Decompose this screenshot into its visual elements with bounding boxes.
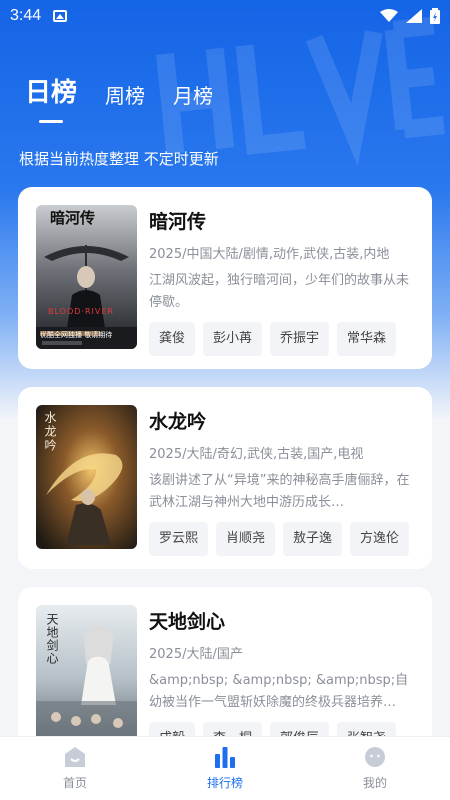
nav-home[interactable]: 首页 bbox=[0, 737, 150, 800]
show-card[interactable]: 暗河传 BLOOD·RIVER 优酷全网独播 敬请期待 暗河传 2025/中国大… bbox=[18, 187, 432, 369]
poster-subtitle-text: BLOOD·RIVER bbox=[48, 307, 114, 316]
show-poster: 暗河传 BLOOD·RIVER 优酷全网独播 敬请期待 bbox=[36, 205, 137, 349]
ranking-subtitle: 根据当前热度整理 不定时更新 bbox=[19, 150, 219, 168]
show-title: 水龙吟 bbox=[149, 411, 207, 433]
poster-title-text: 天地剑心 bbox=[45, 613, 59, 665]
poster-title-text: 暗河传 bbox=[50, 209, 96, 227]
cast-chip[interactable]: 乔振宇 bbox=[270, 322, 330, 356]
cast-chip[interactable]: 敖子逸 bbox=[283, 522, 343, 556]
bottom-navigation: 首页 排行榜 我的 bbox=[0, 736, 450, 800]
show-description: 该剧讲述了从“异境”来的神秘高手唐俪辞，在武林江湖与神州大地中游历成长… bbox=[149, 473, 410, 510]
home-icon bbox=[65, 747, 85, 767]
battery-icon bbox=[430, 8, 440, 24]
show-card[interactable]: 水龙吟 水龙吟 2025/大陆/奇幻,武侠,古装,国产,电视 该剧讲述了从“异境… bbox=[18, 387, 432, 569]
cast-list: 龚俊 彭小苒 乔振宇 常华森 bbox=[149, 322, 419, 356]
nav-profile[interactable]: 我的 bbox=[300, 737, 450, 800]
tab-daily-label: 日榜 bbox=[25, 78, 78, 108]
ranking-icon bbox=[215, 747, 235, 768]
show-info: 暗河传 2025/中国大陆/剧情,动作,武侠,古装,内地 江湖风波起，独行暗河间… bbox=[149, 207, 419, 356]
profile-icon bbox=[365, 747, 385, 767]
show-info: 水龙吟 2025/大陆/奇幻,武侠,古装,国产,电视 该剧讲述了从“异境”来的神… bbox=[149, 407, 419, 556]
cast-chip[interactable]: 肖顺尧 bbox=[216, 522, 276, 556]
tab-daily[interactable]: 日榜 bbox=[25, 72, 77, 123]
cast-chip[interactable]: 彭小苒 bbox=[203, 322, 263, 356]
poster-banner-text: 优酷全网独播 敬请期待 bbox=[40, 331, 113, 339]
cast-chip[interactable]: 方逸伦 bbox=[350, 522, 410, 556]
cast-list: 罗云熙 肖顺尧 敖子逸 方逸伦 bbox=[149, 522, 419, 556]
active-tab-indicator bbox=[39, 120, 63, 123]
ranking-tabs: 日榜 周榜 月榜 bbox=[25, 72, 213, 123]
show-title: 天地剑心 bbox=[149, 611, 226, 633]
nav-ranking-label: 排行榜 bbox=[206, 776, 243, 790]
cast-chip[interactable]: 常华森 bbox=[337, 322, 397, 356]
nav-ranking[interactable]: 排行榜 bbox=[150, 737, 300, 800]
tab-monthly[interactable]: 月榜 bbox=[173, 80, 213, 123]
signal-icon bbox=[406, 9, 422, 23]
show-poster: 天地剑心 bbox=[36, 605, 137, 749]
show-info: 天地剑心 2025/大陆/国产 &amp;nbsp; &amp;nbsp; &a… bbox=[149, 607, 419, 756]
status-time: 3:44 bbox=[10, 7, 42, 24]
show-meta: 2025/大陆/国产 bbox=[149, 647, 243, 662]
show-poster: 水龙吟 bbox=[36, 405, 137, 549]
status-icons bbox=[380, 8, 440, 24]
wifi-icon bbox=[380, 9, 398, 22]
show-meta: 2025/大陆/奇幻,武侠,古装,国产,电视 bbox=[149, 447, 364, 462]
poster-title-text: 水龙吟 bbox=[43, 411, 57, 453]
cast-chip[interactable]: 罗云熙 bbox=[149, 522, 209, 556]
nav-profile-label: 我的 bbox=[362, 776, 387, 790]
show-description: 江湖风波起，独行暗河间，少年们的故事从未停歇。 bbox=[149, 273, 410, 310]
show-description: &amp;nbsp; &amp;nbsp; &amp;nbsp;自幼被当作一气盟… bbox=[149, 673, 409, 710]
tab-monthly-label: 月榜 bbox=[173, 84, 214, 108]
show-meta: 2025/中国大陆/剧情,动作,武侠,古装,内地 bbox=[149, 247, 390, 262]
nav-home-label: 首页 bbox=[62, 776, 87, 790]
status-bar: 3:44 bbox=[0, 0, 450, 32]
tab-weekly-label: 周榜 bbox=[105, 84, 146, 108]
cast-chip[interactable]: 龚俊 bbox=[149, 322, 196, 356]
tab-weekly[interactable]: 周榜 bbox=[105, 80, 145, 123]
image-notification-icon bbox=[53, 10, 68, 22]
show-title: 暗河传 bbox=[149, 211, 207, 233]
